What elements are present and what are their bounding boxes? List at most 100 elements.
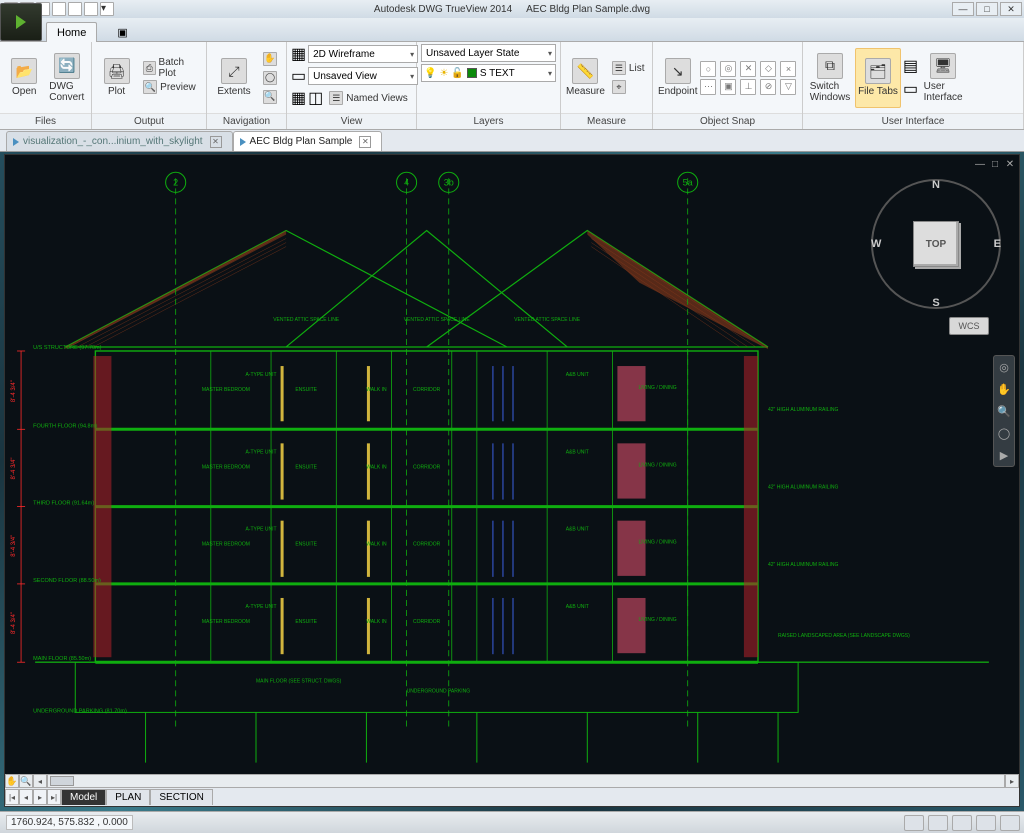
layout-last-button[interactable]: ▸| [47,789,61,805]
zoom-tool-icon[interactable]: 🔍 [19,774,33,788]
layout-next-button[interactable]: ▸ [33,789,47,805]
scroll-thumb[interactable] [50,776,74,786]
ribbon-collapse-button[interactable]: ▣ [115,22,129,42]
ui-icon: 🖥 [930,53,956,79]
compass-s[interactable]: S [932,297,939,309]
horizontal-scrollbar[interactable]: ✋ 🔍 ◂ ▸ [5,774,1019,788]
svg-text:8'-4 3/4": 8'-4 3/4" [11,380,17,402]
status-workspace-button[interactable] [1000,815,1020,831]
layer-color-swatch [467,68,477,78]
qat-print-icon[interactable] [52,2,66,16]
svg-text:ENSUITE: ENSUITE [295,542,317,548]
plot-button[interactable]: 🖨Plot [96,48,137,108]
endpoint-button[interactable]: ↘Endpoint [657,48,698,108]
snap-mid-icon[interactable]: ○ [700,61,716,77]
named-views-button[interactable]: ☰Named Views [325,89,412,107]
open-button[interactable]: 📂Open [4,48,45,108]
panel-object-snap: ↘Endpoint ○ ◎ ✕ ◇ × ⋯ ▣ ⊥ ⊘ ▽ Object Sna… [653,42,803,129]
vp1-icon[interactable]: ▦ [291,88,306,108]
switch-windows-button[interactable]: ⧉Switch Windows [807,48,853,108]
snap-ext-icon[interactable]: ⋯ [700,79,716,95]
status-annotation-button[interactable] [976,815,996,831]
snap-near-icon[interactable]: ▽ [780,79,796,95]
compass-w[interactable]: W [871,238,881,250]
layer-state-dropdown[interactable]: Unsaved Layer State [421,44,556,62]
compass-n[interactable]: N [932,179,940,191]
user-interface-button[interactable]: 🖥User Interface [920,48,966,108]
nav-showmotion-icon[interactable]: ▶ [996,447,1012,463]
file-tab-1[interactable]: visualization_-_con...inium_with_skyligh… [6,131,233,151]
file-tabs-button[interactable]: 🗂File Tabs [855,48,901,108]
close-button[interactable]: ✕ [1000,2,1022,16]
layout-tab-model[interactable]: Model [61,789,106,805]
snap-int-icon[interactable]: × [780,61,796,77]
filetabs-icon: 🗂 [865,58,891,84]
visual-style-dropdown[interactable]: 2D Wireframe [308,45,418,63]
batch-plot-button[interactable]: ⎙Batch Plot [139,59,202,77]
id-button[interactable]: ⌖ [608,78,649,96]
snap-perp-icon[interactable]: ⊥ [740,79,756,95]
panel-output: 🖨Plot ⎙Batch Plot 🔍Preview Output [92,42,207,129]
toolbars-icon[interactable]: ▤ [903,56,918,76]
svg-text:CORRIDOR: CORRIDOR [413,542,441,548]
svg-text:UNDERGROUND PARKING (81.70m): UNDERGROUND PARKING (81.70m) [33,708,127,714]
list-button[interactable]: ☰List [608,59,649,77]
nav-pan-icon[interactable]: ✋ [996,381,1012,397]
measure-button[interactable]: 📏Measure [565,48,606,108]
close-tab-icon[interactable]: ✕ [210,136,222,148]
layout-first-button[interactable]: |◂ [5,789,19,805]
scroll-left-button[interactable]: ◂ [33,774,47,788]
layout-tab-section[interactable]: SECTION [150,789,212,805]
panel-measure: 📏Measure ☰List ⌖ Measure [561,42,653,129]
orbit-button[interactable]: ◯ [259,69,281,87]
snap-node-icon[interactable]: ✕ [740,61,756,77]
status-snap-button[interactable] [952,815,972,831]
status-grid-button[interactable] [928,815,948,831]
svg-text:A-TYPE UNIT: A-TYPE UNIT [245,372,276,378]
snap-tan-icon[interactable]: ⊘ [760,79,776,95]
snap-center-icon[interactable]: ◎ [720,61,736,77]
saved-view-dropdown[interactable]: Unsaved View [308,67,418,85]
application-menu-button[interactable] [0,3,42,41]
maximize-button[interactable]: □ [976,2,998,16]
snap-ins-icon[interactable]: ▣ [720,79,736,95]
qat-redo-icon[interactable] [84,2,98,16]
compass-e[interactable]: E [994,238,1001,250]
pan-tool-icon[interactable]: ✋ [5,774,19,788]
dwg-convert-button[interactable]: 🔄DWG Convert [47,48,88,108]
btn-label: List [629,63,645,74]
qat-undo-icon[interactable] [68,2,82,16]
viewcube-face[interactable]: TOP [913,221,959,267]
status-model-button[interactable] [904,815,924,831]
layout-prev-button[interactable]: ◂ [19,789,33,805]
minimize-button[interactable]: — [952,2,974,16]
nav-wheel-icon[interactable]: ◎ [996,359,1012,375]
scroll-track[interactable] [47,774,1005,788]
viewcube[interactable]: N S E W TOP [871,179,1001,309]
snap-quad-icon[interactable]: ◇ [760,61,776,77]
vp2-icon[interactable]: ◫ [308,88,323,108]
svg-text:CORRIDOR: CORRIDOR [413,619,441,625]
wcs-indicator[interactable]: WCS [949,317,989,335]
zoom-button[interactable]: 🔍 [259,88,281,106]
layout-tab-plan[interactable]: PLAN [106,789,150,805]
ribbon-tab-home[interactable]: Home [46,22,97,42]
close-tab-icon[interactable]: ✕ [359,136,371,148]
svg-text:42" HIGH ALUMINUM RAILING: 42" HIGH ALUMINUM RAILING [768,485,839,491]
panel-label: View [287,113,416,129]
current-layer-dropdown[interactable]: 💡 ☀ 🔓 S TEXT [421,64,556,82]
extents-button[interactable]: ⤢Extents [211,48,257,108]
nav-zoom-icon[interactable]: 🔍 [996,403,1012,419]
svg-text:CORRIDOR: CORRIDOR [413,387,441,393]
btn-label: Open [12,86,36,97]
scroll-right-button[interactable]: ▸ [1005,774,1019,788]
svg-text:8'-4 3/4": 8'-4 3/4" [11,457,17,479]
app-logo-icon [16,15,26,29]
pan-button[interactable]: ✋ [259,50,281,68]
statusbar-icon[interactable]: ▭ [903,79,918,99]
drawing-area[interactable]: — □ ✕ [4,154,1020,807]
nav-orbit-icon[interactable]: ◯ [996,425,1012,441]
file-tab-2[interactable]: AEC Bldg Plan Sample✕ [233,131,383,151]
qat-more-icon[interactable]: ▾ [100,2,114,16]
preview-button[interactable]: 🔍Preview [139,78,202,96]
